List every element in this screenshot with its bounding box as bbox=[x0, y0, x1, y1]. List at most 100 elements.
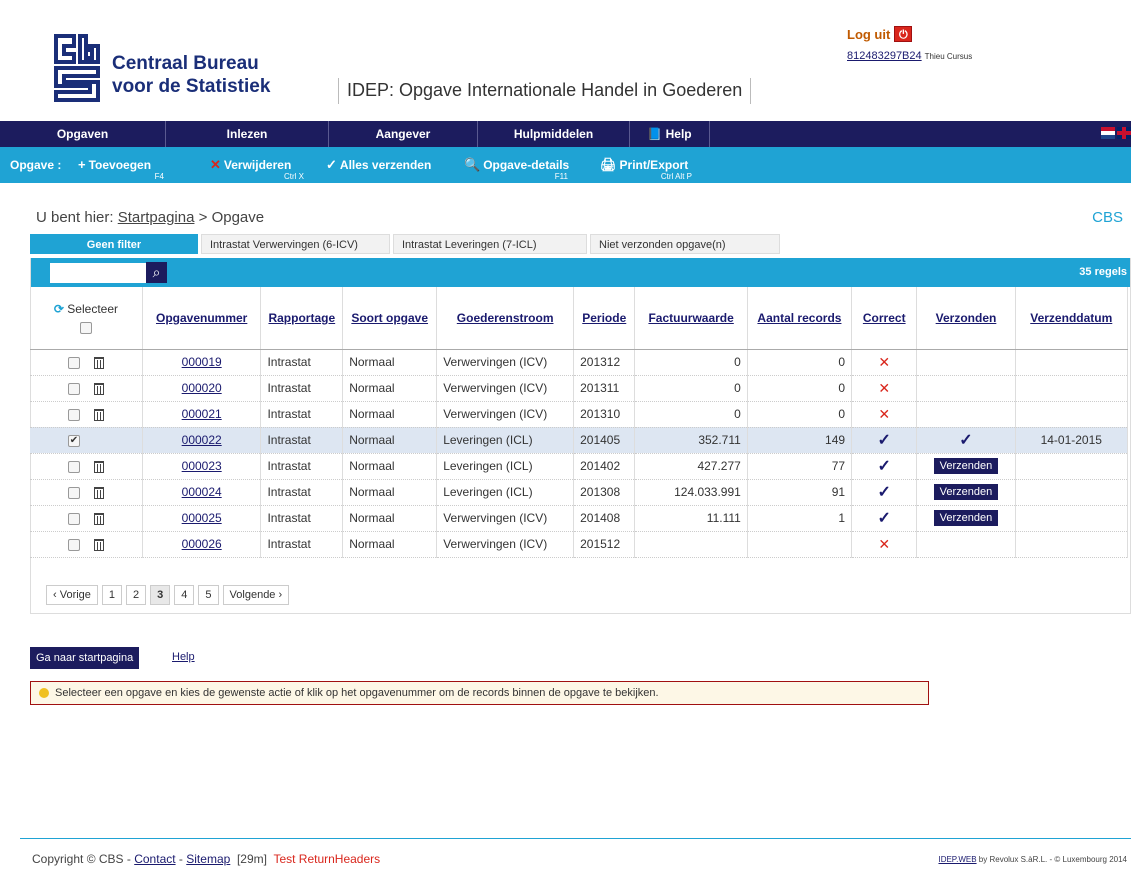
printer-icon: 🖨 bbox=[600, 157, 617, 172]
trash-icon[interactable] bbox=[93, 408, 104, 421]
table-row[interactable]: 000021 Intrastat Normaal Verwervingen (ICV)… bbox=[30, 401, 1129, 428]
col-periode[interactable]: Periode bbox=[573, 287, 636, 350]
power-icon[interactable]: ⏻ bbox=[894, 26, 913, 42]
hint-text: Selecteer een opgave en kies de gewenste… bbox=[55, 687, 659, 699]
col-correct[interactable]: Correct bbox=[851, 287, 918, 350]
aantal-records-cell: 0 bbox=[747, 349, 853, 376]
nav-help[interactable]: 📘 Help bbox=[630, 121, 710, 147]
logout-link[interactable]: Log uit ⏻ bbox=[847, 26, 972, 42]
row-checkbox[interactable] bbox=[67, 382, 80, 395]
refresh-icon[interactable]: ⟳ bbox=[54, 302, 64, 316]
trash-icon[interactable] bbox=[93, 382, 104, 395]
search-input[interactable] bbox=[50, 263, 146, 283]
cbs-link[interactable]: CBS bbox=[1092, 209, 1123, 226]
table-row[interactable]: 000019 Intrastat Normaal Verwervingen (ICV)… bbox=[30, 349, 1129, 376]
print-export-button[interactable]: 🖨 Print/Export Ctrl Alt P bbox=[600, 157, 700, 181]
main-nav: Opgaven Inlezen Aangever Hulpmiddelen 📘 … bbox=[0, 121, 1131, 147]
filter-icl[interactable]: Intrastat Leveringen (7-ICL) bbox=[393, 234, 587, 254]
trash-icon[interactable] bbox=[93, 538, 104, 551]
send-button[interactable]: Verzenden bbox=[933, 510, 999, 526]
opgavenummer-link[interactable]: 000025 bbox=[182, 511, 222, 525]
row-checkbox[interactable] bbox=[67, 460, 80, 473]
filter-none[interactable]: Geen filter bbox=[30, 234, 198, 254]
row-select-cell bbox=[30, 401, 143, 428]
col-goederenstroom[interactable]: Goederenstroom bbox=[436, 287, 575, 350]
trash-icon[interactable] bbox=[93, 356, 104, 369]
row-checkbox[interactable] bbox=[67, 408, 80, 421]
error-cross-icon: ✕ bbox=[878, 405, 891, 422]
send-button[interactable]: Verzenden bbox=[933, 458, 999, 474]
add-shortcut: F4 bbox=[154, 172, 164, 181]
stroom-cell: Leveringen (ICL) bbox=[436, 479, 575, 506]
nav-opgaven[interactable]: Opgaven bbox=[0, 121, 166, 147]
error-cross-icon: ✕ bbox=[878, 535, 891, 552]
periode-cell: 201308 bbox=[573, 479, 636, 506]
select-all-checkbox[interactable] bbox=[79, 321, 92, 334]
row-checkbox[interactable] bbox=[67, 486, 80, 499]
user-id-link[interactable]: 812483297B24 bbox=[847, 50, 922, 62]
pager-page-2[interactable]: 2 bbox=[126, 585, 147, 605]
pager-page-4[interactable]: 4 bbox=[174, 585, 195, 605]
go-home-button[interactable]: Ga naar startpagina bbox=[30, 647, 140, 669]
trash-icon[interactable] bbox=[93, 486, 104, 499]
send-all-button[interactable]: ✓ Alles verzenden bbox=[326, 157, 431, 173]
table-row[interactable]: 000024 Intrastat Normaal Leveringen (ICL) 20… bbox=[30, 479, 1129, 506]
trash-icon[interactable] bbox=[93, 512, 104, 525]
flag-uk-icon[interactable] bbox=[1117, 127, 1131, 139]
checkmark-icon: ✓ bbox=[877, 484, 891, 501]
search-icon[interactable]: ⌕ bbox=[146, 262, 167, 283]
filter-icv[interactable]: Intrastat Verwervingen (6-ICV) bbox=[201, 234, 390, 254]
opgavenummer-link[interactable]: 000022 bbox=[182, 433, 222, 447]
contact-link[interactable]: Contact bbox=[134, 852, 175, 866]
table-row[interactable]: 000025 Intrastat Normaal Verwervingen (ICV)… bbox=[30, 505, 1129, 532]
cbs-logo[interactable]: Centraal Bureau voor de Statistiek bbox=[52, 32, 292, 104]
row-checkbox[interactable] bbox=[67, 538, 80, 551]
soort-cell: Normaal bbox=[342, 349, 438, 376]
pager-page-1[interactable]: 1 bbox=[101, 585, 123, 605]
opgavenummer-link[interactable]: 000021 bbox=[182, 407, 222, 421]
col-verzenddatum[interactable]: Verzenddatum bbox=[1015, 287, 1129, 350]
opgavenummer-link[interactable]: 000023 bbox=[182, 459, 222, 473]
opgavenummer-link[interactable]: 000026 bbox=[182, 537, 222, 551]
row-checkbox[interactable] bbox=[67, 356, 80, 369]
test-return-headers[interactable]: Test ReturnHeaders bbox=[273, 852, 380, 866]
pager-next[interactable]: Volgende › bbox=[222, 585, 290, 605]
col-factuurwaarde[interactable]: Factuurwaarde bbox=[634, 287, 748, 350]
breadcrumb-home-link[interactable]: Startpagina bbox=[118, 209, 195, 226]
row-checkbox[interactable]: ✔ bbox=[67, 434, 80, 447]
nav-inlezen[interactable]: Inlezen bbox=[166, 121, 329, 147]
filter-not-sent[interactable]: Niet verzonden opgave(n) bbox=[590, 234, 780, 254]
pager-page-3[interactable]: 3 bbox=[150, 585, 171, 605]
verzonden-cell bbox=[916, 375, 1016, 402]
trash-icon[interactable] bbox=[93, 460, 104, 473]
pager-prev[interactable]: ‹ Vorige bbox=[46, 585, 98, 605]
opgavenummer-link[interactable]: 000019 bbox=[182, 355, 222, 369]
help-link[interactable]: Help bbox=[172, 651, 195, 663]
flag-nl-icon[interactable] bbox=[1101, 127, 1115, 139]
opgavenummer-link[interactable]: 000024 bbox=[182, 485, 222, 499]
row-checkbox[interactable] bbox=[67, 512, 80, 525]
col-soort-opgave[interactable]: Soort opgave bbox=[342, 287, 438, 350]
add-button[interactable]: + Toevoegen F4 bbox=[78, 157, 164, 181]
verzonden-cell bbox=[916, 401, 1016, 428]
table-row[interactable]: 000023 Intrastat Normaal Leveringen (ICL) 20… bbox=[30, 453, 1129, 480]
pager-page-5[interactable]: 5 bbox=[198, 585, 219, 605]
table-row[interactable]: 000020 Intrastat Normaal Verwervingen (ICV)… bbox=[30, 375, 1129, 402]
col-rapportage[interactable]: Rapportage bbox=[260, 287, 344, 350]
details-button[interactable]: 🔍 Opgave-details F11 bbox=[464, 157, 569, 181]
table-row[interactable]: ✔ 000022 Intrastat Normaal Leveringen (ICL) 2… bbox=[30, 427, 1129, 454]
periode-cell: 201405 bbox=[573, 427, 636, 454]
nav-aangever[interactable]: Aangever bbox=[329, 121, 478, 147]
delete-button[interactable]: ✕ Verwijderen Ctrl X bbox=[210, 157, 304, 181]
sitemap-link[interactable]: Sitemap bbox=[186, 852, 230, 866]
nav-hulpmiddelen[interactable]: Hulpmiddelen bbox=[478, 121, 630, 147]
col-opgavenummer[interactable]: Opgavenummer bbox=[142, 287, 262, 350]
pager: ‹ Vorige 1 2 3 4 5 Volgende › bbox=[46, 585, 290, 605]
opgavenummer-link[interactable]: 000020 bbox=[182, 381, 222, 395]
idep-web-link[interactable]: IDEP.WEB bbox=[938, 855, 976, 864]
send-button[interactable]: Verzenden bbox=[933, 484, 999, 500]
col-verzonden[interactable]: Verzonden bbox=[916, 287, 1016, 350]
table-row[interactable]: 000026 Intrastat Normaal Verwervingen (ICV)… bbox=[30, 531, 1129, 558]
col-aantal-records[interactable]: Aantal records bbox=[747, 287, 853, 350]
verzonden-cell: ✓ bbox=[916, 427, 1016, 454]
